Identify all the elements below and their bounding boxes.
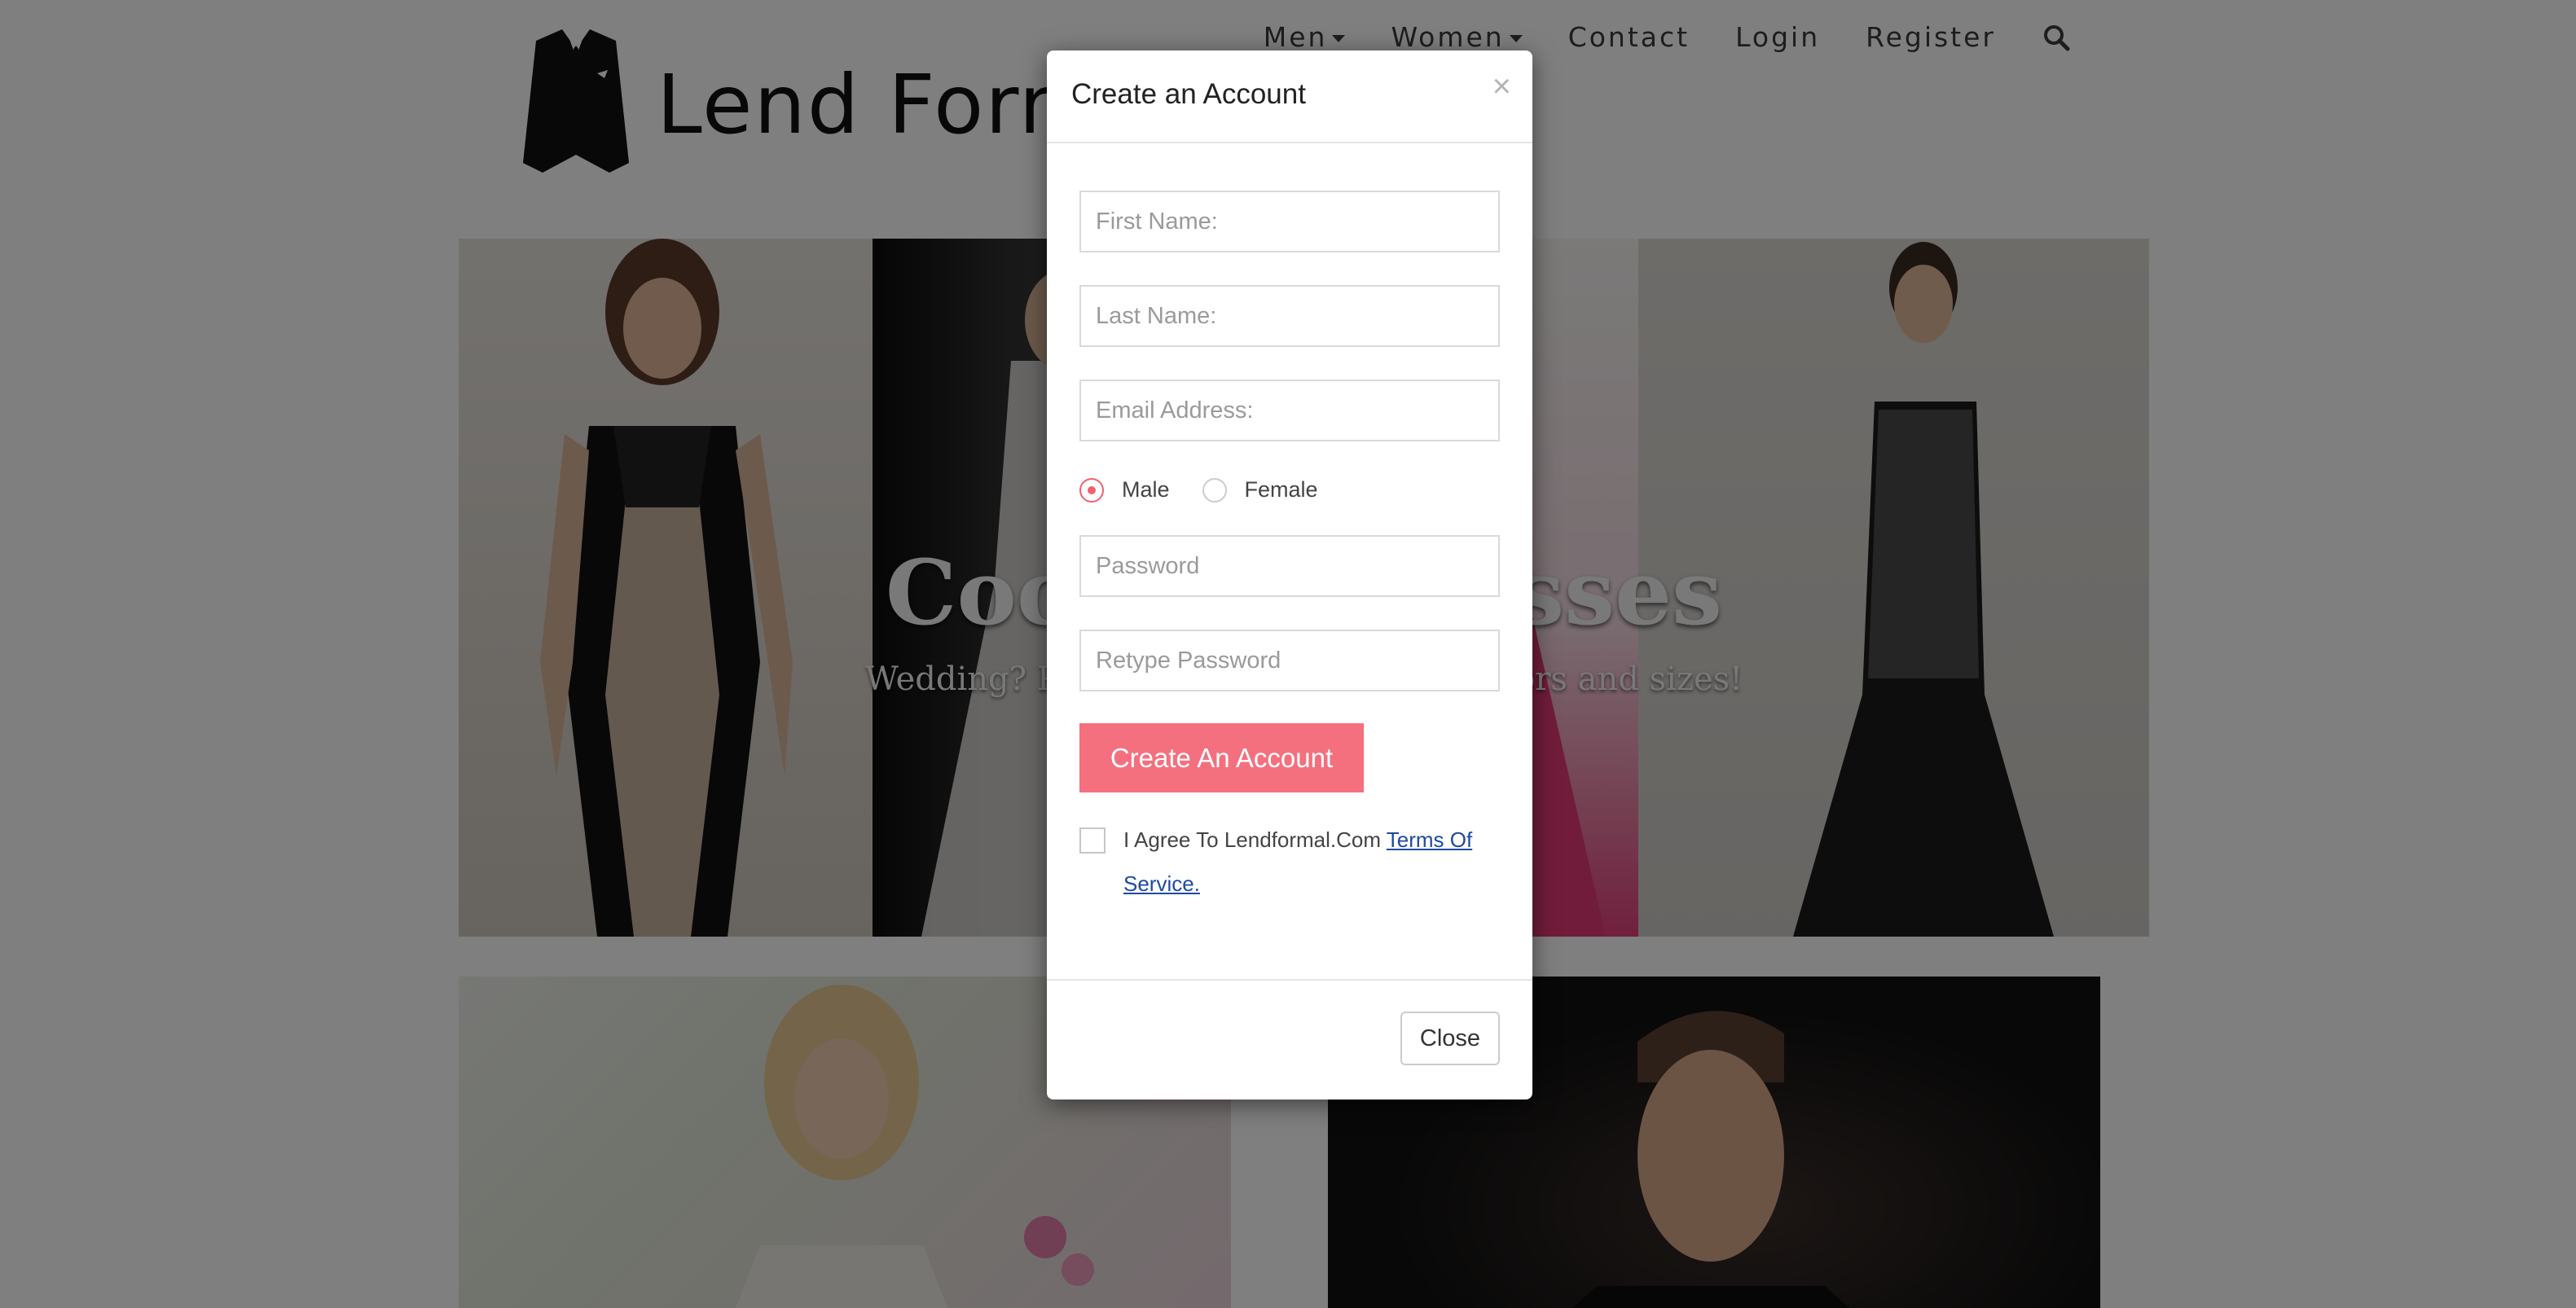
terms-text-prefix: I Agree To Lendformal.Com (1123, 827, 1387, 852)
create-account-button[interactable]: Create An Account (1079, 723, 1364, 792)
create-account-modal: Create an Account × Male Female Create A… (1047, 50, 1532, 1100)
modal-header: Create an Account × (1047, 50, 1532, 143)
last-name-input[interactable] (1079, 285, 1500, 347)
close-button[interactable]: Close (1400, 1012, 1500, 1065)
terms-text: I Agree To Lendformal.Com Terms Of Servi… (1123, 818, 1500, 906)
gender-male-radio[interactable] (1079, 477, 1104, 503)
retype-password-input[interactable] (1079, 630, 1500, 691)
terms-checkbox[interactable] (1079, 827, 1106, 854)
modal-title: Create an Account (1071, 78, 1306, 110)
gender-female-label[interactable]: Female (1245, 477, 1318, 503)
gender-female-radio[interactable] (1202, 477, 1227, 503)
password-input[interactable] (1079, 535, 1500, 597)
modal-footer-divider (1047, 979, 1532, 981)
first-name-input[interactable] (1079, 191, 1500, 252)
gender-male-label[interactable]: Male (1122, 477, 1170, 503)
close-icon[interactable]: × (1492, 70, 1511, 103)
email-input[interactable] (1079, 380, 1500, 441)
gender-radio-group: Male Female (1079, 477, 1351, 503)
